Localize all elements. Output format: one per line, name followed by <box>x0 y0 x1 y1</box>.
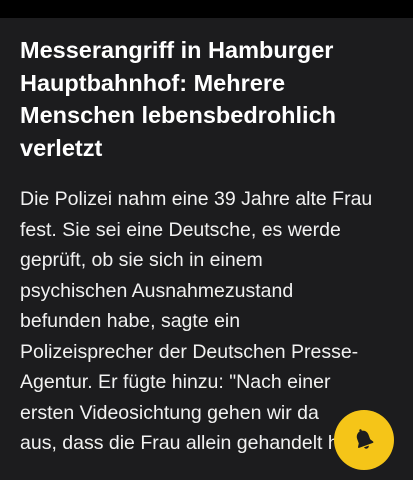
body-line: Polizeisprecher der Deutschen Presse- <box>20 340 359 363</box>
article-card: Messerangriff in Hamburger Hauptbahnhof:… <box>0 18 413 480</box>
headline-line: verletzt <box>20 134 103 161</box>
body-line: Agentur. Er fügte hinzu: "Nach einer <box>20 371 331 393</box>
article-body: Die Polizei nahm eine 39 Jahre alte Frau… <box>20 184 398 459</box>
body-line: psychischen Ausnahmezustand <box>20 279 294 302</box>
bell-icon <box>356 429 374 449</box>
body-line: Die Polizei nahm eine 39 Jahre alte Frau <box>20 188 373 210</box>
notification-bell-button[interactable] <box>334 410 394 470</box>
article-headline[interactable]: Messerangriff in Hamburger Hauptbahnhof:… <box>20 34 395 164</box>
headline-line: Messerangriff in Hamburger <box>20 37 334 63</box>
headline-line: Hauptbahnhof: Mehrere <box>20 69 286 96</box>
body-line: geprüft, ob sie sich in einem <box>20 249 263 271</box>
body-line: fest. Sie sei eine Deutsche, es werde <box>20 218 341 241</box>
body-line: befunden habe, sagte ein <box>20 310 241 332</box>
headline-line: Menschen lebensbedrohlich <box>20 102 337 128</box>
